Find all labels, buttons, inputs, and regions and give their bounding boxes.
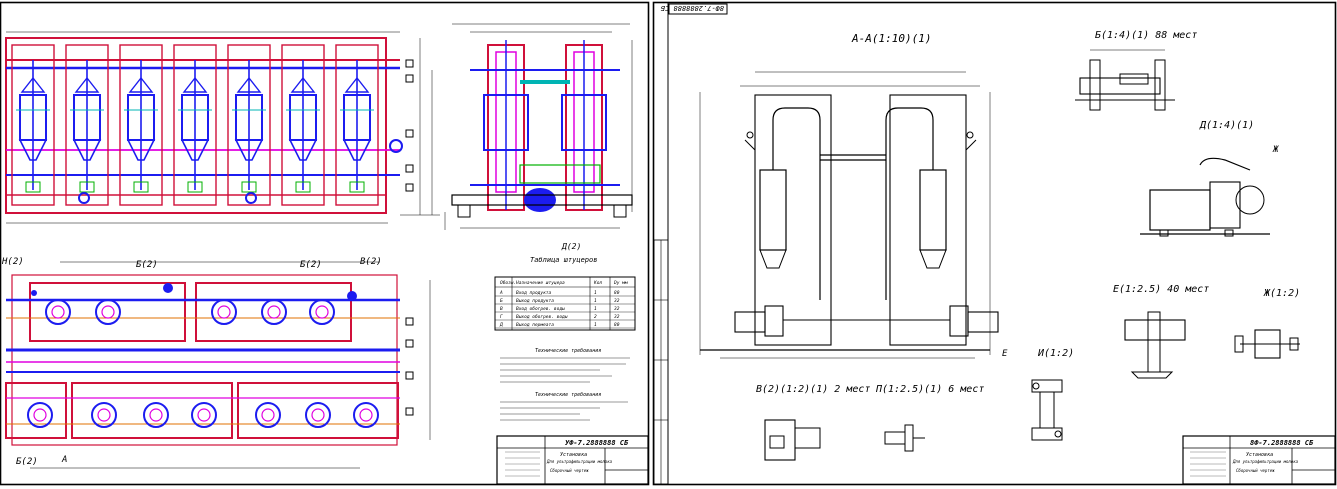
sheet2-sheet-type: Сборочный чертеж [1236, 468, 1275, 473]
pump-unit [309, 299, 335, 325]
pump-unit [91, 402, 117, 428]
sheet1-subtitle: Для ультрафильтрации молока [546, 459, 613, 464]
nozzle-cell: Выход пермеата [516, 322, 554, 328]
nozzle-cell: 32 [613, 298, 620, 304]
nozzle-cell: Г [500, 314, 503, 320]
view-v-title: В(2)(1:2)(1) 2 мест [756, 384, 870, 395]
label-b2-right: Б(2) [300, 260, 322, 270]
detail-v-view [764, 419, 821, 461]
nozzle-cell: 2 [594, 314, 597, 320]
pump-unit [353, 402, 379, 428]
nozzle-table-row: Д Выход пермеата 1 80 [499, 322, 620, 328]
detail-i-view [1031, 379, 1063, 441]
sheet1-name: Установка [560, 452, 587, 458]
sheet2-code: 8Ф-7.2888888 СБ [1250, 439, 1314, 447]
pump-unit [191, 402, 217, 428]
lower-plan-view [5, 261, 431, 469]
nozzle-cell: Выход продукта [516, 298, 554, 304]
view-zh-mark: Ж [1272, 145, 1279, 155]
nozzle-cell: В [500, 306, 503, 312]
pump-unit [95, 299, 121, 325]
nozzle-table-row: А Вход продукта 1 80 [499, 290, 620, 296]
nozzle-table-row: Г Выход обогрев. воды 2 32 [500, 313, 620, 320]
nozzle-table-header: Обозн. Назначение штуцера Кол Dy мм [500, 279, 628, 286]
sheet1-code: УФ-7.2888888 СБ [565, 439, 629, 447]
nozzle-header-cell: Обозн. [500, 279, 516, 286]
nozzle-cell: 80 [614, 290, 620, 296]
nozzle-cell: Б [500, 298, 503, 304]
notes-title: Технические требования [535, 347, 601, 354]
nozzle-header-cell: Кол [593, 280, 602, 286]
nozzle-cell: Выход обогрев. воды [516, 313, 568, 320]
sheet1-sheet-type: Сборочный чертеж [550, 468, 589, 473]
view-a-a-title: А-А(1:10)(1) [851, 32, 931, 45]
label-v2: В(2) [360, 257, 382, 267]
nozzle-cell: 1 [594, 298, 597, 304]
sheet2-frame [652, 1, 1337, 486]
sheet2-name: Установка [1246, 452, 1273, 458]
view-p-title: П(1:2.5)(1) 6 мест [875, 384, 984, 395]
view-zh-title: Ж(1:2) [1263, 288, 1300, 299]
pump-unit [211, 299, 237, 325]
side-elevation-view [444, 23, 633, 230]
nozzle-cell: 32 [613, 314, 620, 320]
section-label-d2: Д(2) [561, 242, 581, 251]
detail-d-view [1140, 157, 1270, 237]
detail-zh-view [1234, 329, 1300, 359]
view-b-title: Б(1:4)(1) 88 мест [1095, 30, 1197, 41]
pump-unit [255, 402, 281, 428]
notes-lines [500, 357, 630, 383]
section-a-a-view [699, 71, 999, 359]
view-e-title: Е(1:2.5) 40 мест [1113, 284, 1209, 295]
detail-p-view [884, 424, 925, 452]
nozzle-cell: 1 [594, 306, 597, 312]
view-i-title: И(1:2) [1037, 348, 1074, 359]
nozzle-cell: Д [499, 322, 503, 328]
nozzle-cell: 1 [594, 290, 597, 296]
nozzle-cell: Вход продукта [516, 290, 552, 296]
pump-unit [305, 402, 331, 428]
nozzle-cell: А [499, 290, 503, 296]
notes2-lines [500, 401, 628, 421]
view-e-mark: Е [1002, 349, 1008, 359]
top-plan-view [5, 31, 440, 224]
label-b2-left: Б(2) [136, 260, 158, 270]
pump-unit [143, 402, 169, 428]
drawing-sheet: 8Ф-7.2888888 СБ Д(2) Б(2) Б(2) В(2) Н(2)… [0, 0, 1337, 489]
sheet2-subtitle: Для ультрафильтрации молока [1232, 459, 1299, 464]
view-d-title: Д(1:4)(1) [1199, 120, 1254, 131]
label-b2-bottom: Б(2) [16, 457, 38, 467]
detail-e-view [1124, 311, 1186, 379]
cad-drawing: 8Ф-7.2888888 СБ Д(2) Б(2) Б(2) В(2) Н(2)… [0, 1, 1337, 486]
sheet2-stamp-text: 8Ф-7.2888888 СБ [660, 4, 724, 12]
detail-b-view [1075, 49, 1175, 111]
pump-unit [45, 299, 71, 325]
nozzle-table-title: Таблица штуцеров [530, 256, 597, 264]
nozzle-cell: 32 [613, 306, 620, 312]
nozzle-cell: 1 [594, 322, 597, 328]
label-a: А [61, 455, 67, 465]
pump-unit [27, 402, 53, 428]
nozzle-header-cell: Назначение штуцера [515, 280, 565, 286]
nozzle-cell: 80 [614, 322, 620, 328]
pump-unit [261, 299, 287, 325]
label-n2: Н(2) [1, 257, 24, 267]
nozzle-table-row: Б Выход продукта 1 32 [500, 298, 620, 304]
notes2-title: Технические требования [535, 391, 601, 398]
nozzle-table-row: В Вход обогрев. воды 1 32 [500, 305, 620, 312]
nozzle-header-cell: Dy мм [613, 280, 628, 286]
nozzle-table: Таблица штуцеров Обозн. Назначение штуцер… [494, 256, 636, 331]
nozzle-cell: Вход обогрев. воды [516, 305, 565, 312]
